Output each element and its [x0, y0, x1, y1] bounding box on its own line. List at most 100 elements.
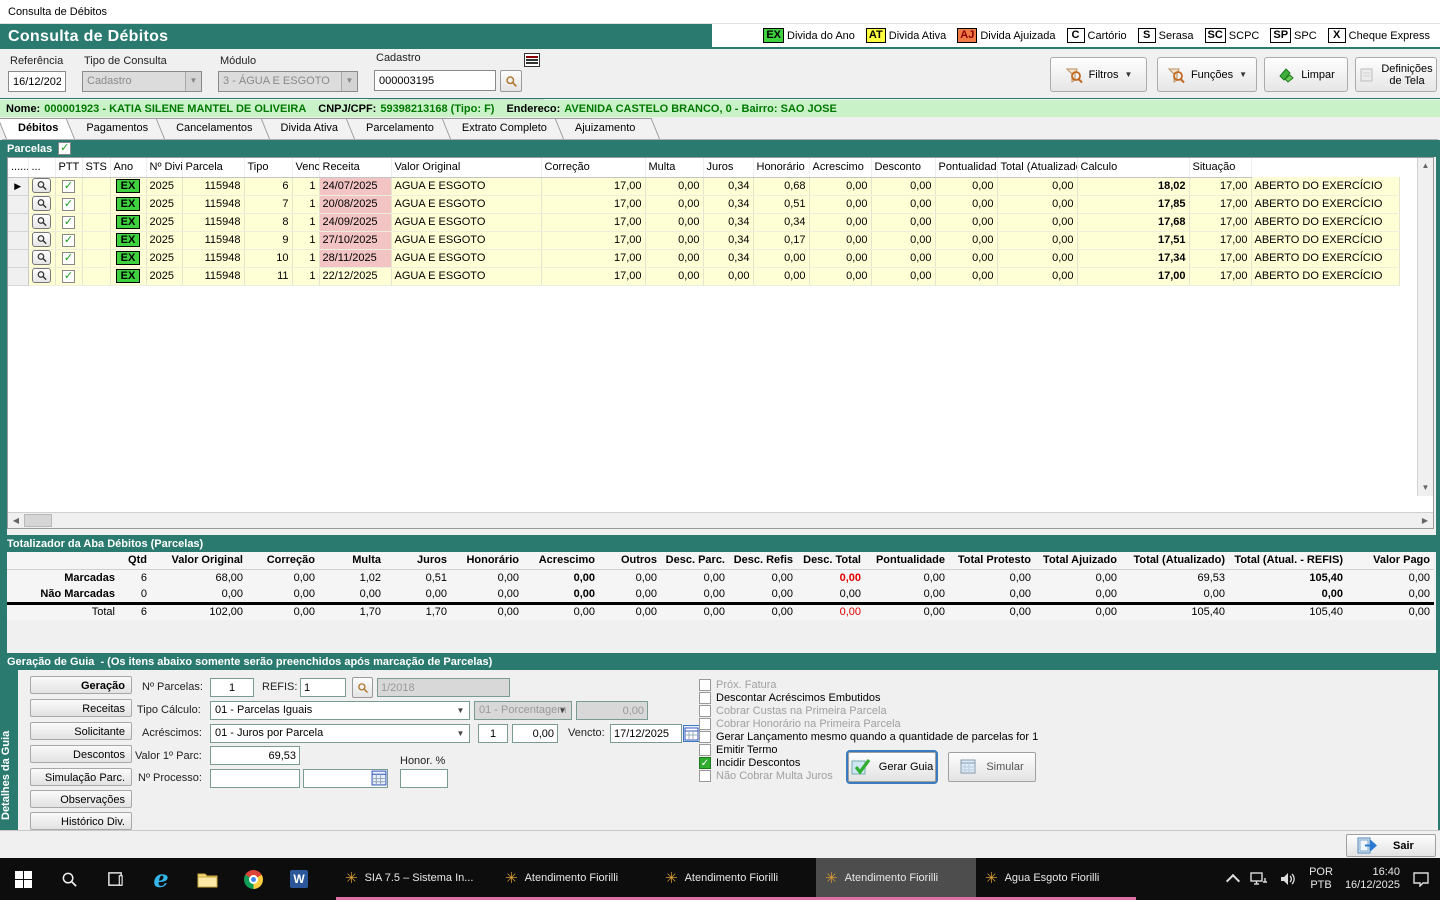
referencia-input[interactable]	[8, 71, 66, 92]
tab-ajuizamento[interactable]: Ajuizamento	[563, 118, 660, 139]
grid-column-header[interactable]: PTT	[55, 158, 82, 177]
grid-column-header[interactable]: Receita	[319, 158, 391, 177]
grid-column-header[interactable]: ......	[8, 158, 28, 177]
acrescimos-select[interactable]: 01 - Juros por Parcela▼	[210, 724, 470, 743]
guia-sidebar-simula-o-parc-[interactable]: Simulação Parc.	[30, 768, 132, 786]
notification-icon[interactable]	[1412, 871, 1430, 887]
scroll-right-icon[interactable]: ▶	[1417, 513, 1433, 528]
grid-column-header[interactable]: Desconto	[871, 158, 935, 177]
guia-sidebar-hist-rico-div-[interactable]: Histórico Div.	[30, 812, 132, 830]
grid-column-header[interactable]: Valor Original	[391, 158, 541, 177]
internet-explorer-button[interactable]: e	[138, 858, 184, 900]
row-search-button[interactable]	[32, 214, 51, 229]
taskbar-app[interactable]: ✳Atendimento Fiorilli	[656, 858, 816, 900]
acrescimos-qtd-input[interactable]	[478, 724, 508, 743]
row-search-button[interactable]	[32, 178, 51, 193]
grid-column-header[interactable]: Pontualidade	[935, 158, 997, 177]
start-button[interactable]	[0, 858, 46, 900]
horizontal-scrollbar[interactable]: ◀ ▶	[8, 512, 1433, 528]
refis-search-button[interactable]	[352, 677, 373, 698]
row-search-button[interactable]	[32, 250, 51, 265]
row-selector[interactable]	[8, 231, 28, 249]
grid-column-header[interactable]: Situação	[1189, 158, 1251, 177]
taskbar-app[interactable]: ✳Agua Esgoto Fiorilli	[976, 858, 1136, 900]
language-indicator[interactable]: PORPTB	[1309, 866, 1333, 892]
tipo-calculo-select[interactable]: 01 - Parcelas Iguais▼	[210, 701, 470, 720]
row-checkbox[interactable]	[62, 180, 75, 193]
row-checkbox[interactable]	[62, 270, 75, 283]
calculator-icon[interactable]	[371, 770, 387, 786]
guia-option-checkbox[interactable]: ✓	[699, 757, 711, 769]
honor-input[interactable]	[400, 769, 448, 788]
valor1-input[interactable]	[210, 746, 300, 765]
row-selector[interactable]	[8, 249, 28, 267]
chrome-button[interactable]	[230, 858, 276, 900]
guia-sidebar-solicitante[interactable]: Solicitante	[30, 722, 132, 740]
grid-column-header[interactable]: Juros	[703, 158, 753, 177]
grid-column-header[interactable]: Parcela	[182, 158, 244, 177]
scroll-up-icon[interactable]: ▲	[1418, 158, 1433, 174]
funcoes-button[interactable]: Funções▼	[1157, 57, 1257, 92]
taskbar-search-button[interactable]	[46, 858, 92, 900]
refis-input[interactable]	[300, 678, 346, 697]
row-search-button[interactable]	[32, 196, 51, 211]
definicoes-tela-button[interactable]: Definiçõesde Tela	[1355, 57, 1437, 92]
tipo-consulta-select[interactable]: Cadastro▼	[82, 71, 202, 92]
n-parcelas-input[interactable]	[210, 678, 254, 697]
tab-cancelamentos[interactable]: Cancelamentos	[164, 118, 276, 139]
taskbar-app[interactable]: ✳SIA 7.5 – Sistema In...	[336, 858, 496, 900]
gerar-guia-button[interactable]: Gerar Guia	[848, 752, 936, 782]
modulo-select[interactable]: 3 - ÁGUA E ESGOTO▼	[218, 71, 358, 92]
grid-column-header[interactable]: Tipo	[244, 158, 292, 177]
grid-column-header[interactable]: Nº Divida	[146, 158, 182, 177]
scrollbar-thumb[interactable]	[24, 514, 52, 527]
row-checkbox[interactable]	[62, 234, 75, 247]
scroll-left-icon[interactable]: ◀	[8, 513, 24, 528]
word-button[interactable]: W	[276, 858, 322, 900]
acrescimos-valor-input[interactable]	[512, 724, 558, 743]
guia-option-checkbox[interactable]	[699, 744, 711, 756]
clock[interactable]: 16:4016/12/2025	[1345, 866, 1400, 892]
grid-column-header[interactable]: Total (Atualizado)	[997, 158, 1077, 177]
scroll-down-icon[interactable]: ▼	[1418, 480, 1433, 496]
network-icon[interactable]	[1250, 872, 1268, 886]
vertical-scrollbar[interactable]: ▲ ▼	[1417, 158, 1433, 496]
taskbar-app[interactable]: ✳Atendimento Fiorilli	[816, 858, 976, 900]
calendar-icon[interactable]	[683, 725, 700, 742]
grid-column-header[interactable]: Calculo	[1077, 158, 1189, 177]
speaker-icon[interactable]	[1280, 872, 1297, 886]
vencto-input[interactable]	[610, 724, 682, 743]
cadastro-input[interactable]	[374, 70, 496, 91]
detalhes-guia-tab[interactable]: Detalhes da Guia	[2, 670, 18, 830]
grid-column-header[interactable]: STS	[82, 158, 110, 177]
cadastro-search-button[interactable]	[500, 70, 522, 92]
row-checkbox[interactable]	[62, 198, 75, 211]
guia-sidebar-descontos[interactable]: Descontos	[30, 745, 132, 763]
taskbar-app[interactable]: ✳Atendimento Fiorilli	[496, 858, 656, 900]
row-selector[interactable]	[8, 213, 28, 231]
row-checkbox[interactable]	[62, 252, 75, 265]
limpar-button[interactable]: Limpar	[1264, 57, 1348, 92]
parcelas-checkbox[interactable]	[58, 142, 71, 155]
grid-column-header[interactable]: ...	[28, 158, 55, 177]
row-selector[interactable]	[8, 195, 28, 213]
grid-column-header[interactable]: Multa	[645, 158, 703, 177]
row-search-button[interactable]	[32, 232, 51, 247]
grid-column-header[interactable]: Honorário	[753, 158, 809, 177]
tab-extrato-completo[interactable]: Extrato Completo	[450, 118, 571, 139]
guia-sidebar-receitas[interactable]: Receitas	[30, 699, 132, 717]
guia-option-checkbox[interactable]	[699, 692, 711, 704]
task-view-button[interactable]	[92, 858, 138, 900]
filtros-button[interactable]: Filtros▼	[1050, 57, 1147, 92]
processo-input[interactable]	[210, 769, 300, 788]
simular-button[interactable]: Simular	[948, 752, 1036, 782]
grid-column-header[interactable]: Acrescimo	[809, 158, 871, 177]
row-search-button[interactable]	[32, 268, 51, 283]
guia-sidebar-gera-o[interactable]: Geração	[30, 676, 132, 694]
grid-column-header[interactable]: Correção	[541, 158, 645, 177]
tray-chevron-icon[interactable]	[1226, 874, 1240, 888]
row-selector[interactable]: ▶	[8, 177, 28, 195]
sair-button[interactable]: Sair	[1346, 834, 1436, 857]
guia-sidebar-observa-es[interactable]: Observações	[30, 790, 132, 808]
list-icon[interactable]	[524, 53, 540, 67]
